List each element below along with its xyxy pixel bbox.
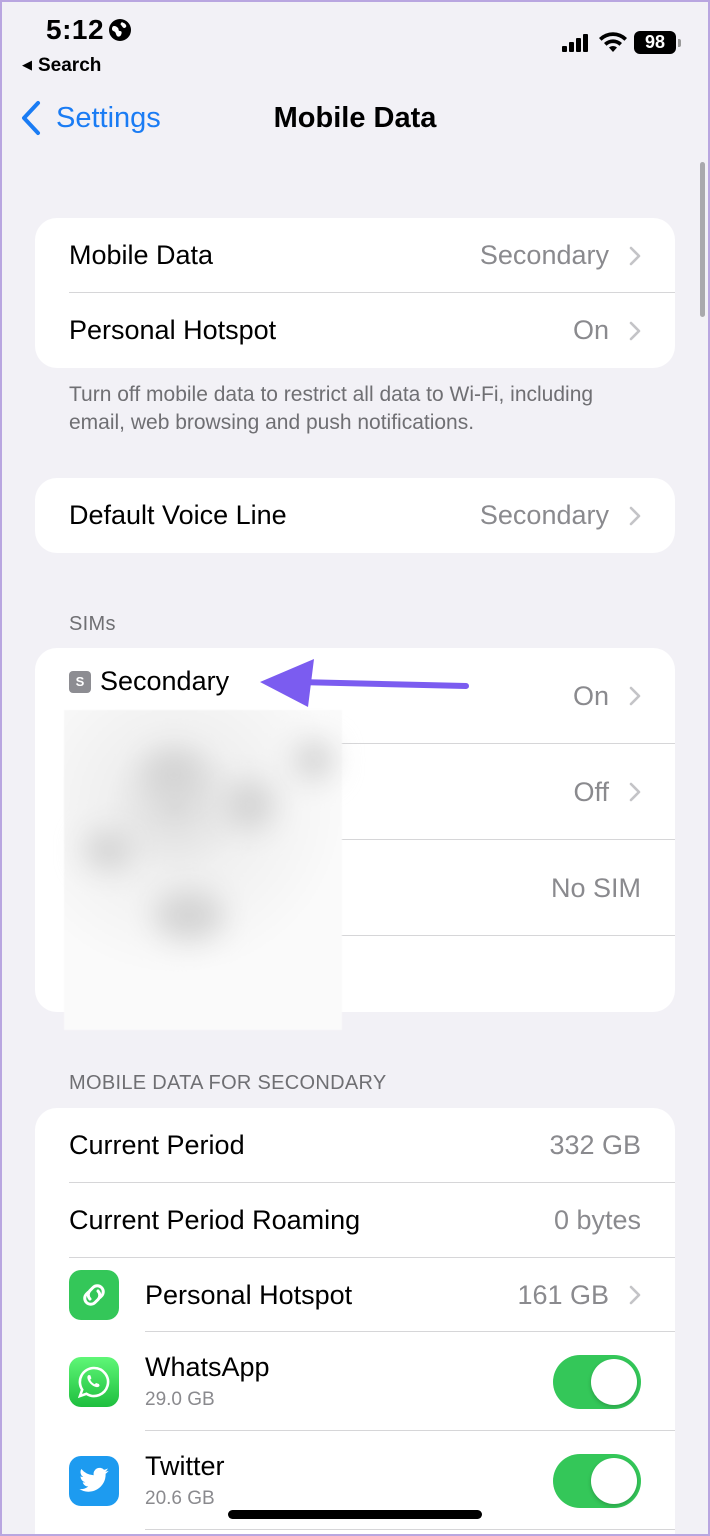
scrollbar[interactable] [700, 162, 705, 317]
whatsapp-icon [69, 1356, 119, 1407]
blur-spot [84, 830, 134, 870]
back-to-app-link[interactable]: ◀ Search [22, 55, 101, 77]
chevron-right-icon [629, 506, 641, 525]
hotspot-icon [69, 1270, 119, 1320]
blur-spot [144, 750, 204, 800]
row-value: No SIM [550, 872, 641, 903]
row-value: 0 bytes [553, 1205, 641, 1235]
chevron-right-icon [629, 1285, 641, 1305]
chevron-right-icon [629, 782, 641, 802]
blur-spot [224, 780, 274, 830]
usage-header: MOBILE DATA FOR SECONDARY [69, 1072, 387, 1094]
row-value: On [572, 680, 609, 711]
sim-status: On [573, 648, 641, 744]
status-bar: 5:12 ◀ Search 98 [0, 0, 710, 90]
app-usage: 20.6 GB [145, 1488, 215, 1509]
wifi-icon [599, 32, 627, 52]
row-value: 161 GB [517, 1279, 609, 1310]
annotation-arrow-icon [260, 659, 469, 707]
whatsapp-toggle[interactable] [553, 1354, 641, 1409]
blur-spot [294, 740, 334, 780]
back-app-label: Search [38, 55, 102, 76]
row-label: Default Voice Line [69, 500, 287, 530]
row-value: Off [573, 776, 609, 807]
status-time: 5:12 [46, 14, 105, 45]
row-label: Current Period [69, 1130, 245, 1160]
redacted-blur [64, 710, 342, 1030]
app-name: Twitter [145, 1451, 225, 1481]
default-voice-line-row[interactable]: Default Voice Line Secondary [35, 478, 675, 553]
globe-icon [109, 19, 131, 41]
row-label: Current Period Roaming [69, 1205, 361, 1235]
sim-title: S Secondary [69, 666, 229, 697]
blur-spot [154, 890, 224, 940]
twitter-bird-icon [69, 1455, 119, 1506]
mobile-data-row[interactable]: Mobile Data Secondary [35, 218, 675, 293]
chevron-right-icon [629, 686, 641, 706]
mobile-data-group: Mobile Data Secondary Personal Hotspot O… [35, 218, 675, 368]
row-value: On [572, 315, 609, 345]
toggle-knob [591, 1457, 637, 1504]
sim-status: No SIM [551, 840, 641, 936]
row-value: Secondary [479, 240, 609, 270]
row-label: Personal Hotspot [145, 1279, 353, 1310]
sims-header: SIMs [69, 613, 116, 635]
battery-indicator: 98 [634, 31, 681, 54]
sim-label: Secondary [100, 666, 230, 696]
app-text: Twitter 20.6 GB [145, 1451, 553, 1510]
row-value: Secondary [479, 500, 609, 530]
toggle-knob [591, 1358, 637, 1405]
personal-hotspot-usage-row[interactable]: Personal Hotspot 161 GB [35, 1258, 675, 1332]
usage-group: Current Period 332 GB Current Period Roa… [35, 1108, 675, 1536]
current-period-row: Current Period 332 GB [35, 1108, 675, 1183]
app-text: WhatsApp 29.0 GB [145, 1352, 553, 1411]
chevron-right-icon [629, 246, 641, 265]
app-usage: 29.0 GB [145, 1389, 215, 1410]
home-indicator[interactable] [228, 1510, 482, 1519]
whatsapp-row: WhatsApp 29.0 GB [35, 1332, 675, 1431]
row-label: Mobile Data [69, 240, 214, 270]
row-label: Personal Hotspot [69, 315, 277, 345]
sim-badge: S [69, 670, 91, 693]
voice-line-group: Default Voice Line Secondary [35, 478, 675, 553]
row-value: 332 GB [549, 1130, 641, 1160]
back-triangle-icon: ◀ [22, 57, 32, 72]
sim-status: Off [573, 744, 641, 840]
cellular-signal-icon [562, 34, 588, 52]
current-period-roaming-row: Current Period Roaming 0 bytes [35, 1183, 675, 1258]
chevron-right-icon [629, 321, 641, 340]
mobile-data-footer: Turn off mobile data to restrict all dat… [69, 383, 594, 434]
twitter-toggle[interactable] [553, 1453, 641, 1508]
page-title: Mobile Data [273, 102, 437, 134]
app-name: WhatsApp [145, 1352, 270, 1382]
personal-hotspot-row[interactable]: Personal Hotspot On [35, 293, 675, 368]
